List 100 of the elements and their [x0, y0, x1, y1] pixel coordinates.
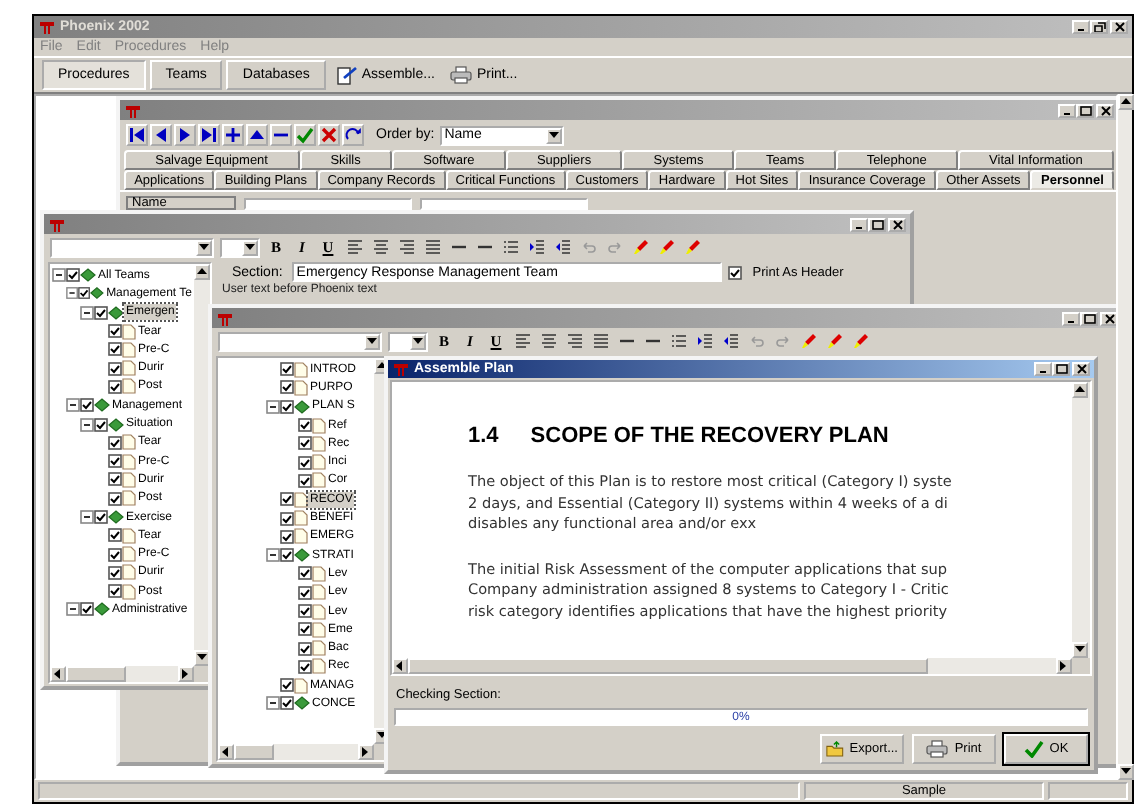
scroll-down-arrow-icon[interactable]	[244, 241, 256, 253]
input-field[interactable]	[420, 197, 588, 209]
checkbox[interactable]	[298, 604, 312, 618]
collapse-icon[interactable]	[266, 548, 280, 563]
collapse-icon[interactable]	[80, 510, 94, 524]
checkbox[interactable]	[108, 472, 122, 487]
checkbox[interactable]	[108, 528, 122, 543]
align-center-button[interactable]	[538, 331, 558, 351]
minimize-button[interactable]	[1058, 103, 1076, 117]
collapse-icon[interactable]	[52, 268, 66, 283]
outdent-button[interactable]	[552, 237, 572, 257]
scroll-down-arrow-icon[interactable]	[1074, 644, 1086, 656]
close-button[interactable]	[1110, 20, 1128, 34]
marker-button[interactable]	[850, 331, 870, 351]
horizontal-scrollbar[interactable]	[218, 744, 374, 760]
checkbox[interactable]	[108, 435, 122, 450]
checkbox[interactable]	[108, 342, 122, 357]
checkbox[interactable]	[66, 268, 80, 283]
scroll-up-arrow-icon[interactable]	[1074, 384, 1086, 396]
close-button[interactable]	[1100, 311, 1116, 325]
scroll-up-arrow-icon[interactable]	[196, 266, 208, 278]
font-size-dropdown[interactable]	[220, 237, 260, 257]
vertical-scrollbar[interactable]	[1118, 94, 1132, 780]
font-size-dropdown[interactable]	[388, 331, 428, 351]
checkbox[interactable]	[280, 511, 294, 526]
checkbox[interactable]	[108, 491, 122, 506]
scroll-down-arrow-icon[interactable]	[196, 652, 208, 664]
last-record-button[interactable]	[198, 124, 220, 146]
collapse-icon[interactable]	[66, 286, 79, 301]
checkbox[interactable]	[80, 602, 94, 617]
align-center-button[interactable]	[370, 237, 390, 257]
maximize-button[interactable]	[1080, 311, 1098, 325]
first-record-button[interactable]	[126, 124, 148, 146]
list-button[interactable]	[668, 331, 688, 351]
marker-button[interactable]	[682, 237, 702, 257]
vertical-scrollbar[interactable]	[1072, 382, 1090, 658]
checkbox[interactable]	[280, 696, 294, 711]
checkbox[interactable]	[108, 547, 122, 562]
align-left-button[interactable]	[512, 331, 532, 351]
scroll-down-arrow-icon[interactable]	[366, 335, 378, 347]
scroll-right-arrow-icon[interactable]	[360, 746, 372, 758]
delete-button[interactable]	[270, 124, 292, 146]
save-button[interactable]	[294, 124, 316, 146]
maximize-button[interactable]	[1076, 103, 1094, 117]
checkbox[interactable]	[280, 492, 294, 507]
scroll-left-arrow-icon[interactable]	[394, 660, 406, 672]
previous-record-button[interactable]	[150, 124, 172, 146]
outdent-button[interactable]	[720, 331, 740, 351]
close-button[interactable]	[888, 217, 906, 231]
checkbox[interactable]	[94, 417, 108, 432]
marker-button[interactable]	[798, 331, 818, 351]
checkbox[interactable]	[280, 678, 294, 693]
scroll-down-arrow-icon[interactable]	[548, 129, 561, 141]
checkbox[interactable]	[94, 510, 108, 524]
checkbox[interactable]	[298, 585, 312, 600]
horizontal-scrollbar[interactable]	[50, 666, 194, 682]
scroll-left-arrow-icon[interactable]	[220, 746, 232, 758]
move-up-button[interactable]	[246, 124, 268, 146]
minimize-button[interactable]	[1072, 20, 1090, 34]
checkbox[interactable]	[280, 362, 294, 377]
scroll-down-arrow-icon[interactable]	[198, 241, 210, 253]
marker-button[interactable]	[824, 331, 844, 351]
checkbox[interactable]	[108, 361, 122, 376]
align-right-button[interactable]	[396, 237, 416, 257]
refresh-button[interactable]	[342, 124, 364, 146]
checkbox[interactable]	[108, 379, 122, 394]
collapse-icon[interactable]	[80, 305, 94, 320]
checkbox[interactable]	[108, 565, 122, 580]
checkbox[interactable]	[78, 286, 91, 301]
scroll-up-arrow-icon[interactable]	[1120, 96, 1132, 108]
checkbox[interactable]	[280, 380, 294, 395]
scroll-down-arrow-icon[interactable]	[412, 335, 424, 347]
checkbox[interactable]	[728, 265, 743, 279]
align-justify-button[interactable]	[422, 237, 442, 257]
indent-button[interactable]	[526, 237, 546, 257]
checkbox[interactable]	[298, 473, 312, 488]
list-button[interactable]	[500, 237, 520, 257]
align-right-button[interactable]	[564, 331, 584, 351]
collapse-icon[interactable]	[266, 696, 280, 711]
maximize-button[interactable]	[1052, 362, 1070, 376]
checkbox[interactable]	[280, 529, 294, 544]
marker-button[interactable]	[630, 237, 650, 257]
checkbox[interactable]	[94, 305, 108, 320]
scroll-down-arrow-icon[interactable]	[1120, 766, 1132, 778]
checkbox[interactable]	[298, 418, 312, 433]
collapse-icon[interactable]	[66, 602, 80, 617]
checkbox[interactable]	[280, 548, 294, 563]
align-justify-button[interactable]	[590, 331, 610, 351]
scroll-right-arrow-icon[interactable]	[180, 668, 192, 680]
checkbox[interactable]	[80, 398, 94, 413]
close-button[interactable]	[1072, 362, 1090, 376]
minimize-button[interactable]	[1062, 311, 1080, 325]
input-field[interactable]	[244, 197, 412, 209]
checkbox[interactable]	[298, 436, 312, 451]
checkbox[interactable]	[298, 659, 312, 674]
checkbox[interactable]	[298, 622, 312, 637]
restore-button[interactable]	[1090, 20, 1108, 34]
checkbox[interactable]	[280, 399, 294, 414]
checkbox[interactable]	[108, 324, 122, 339]
marker-button[interactable]	[656, 237, 676, 257]
